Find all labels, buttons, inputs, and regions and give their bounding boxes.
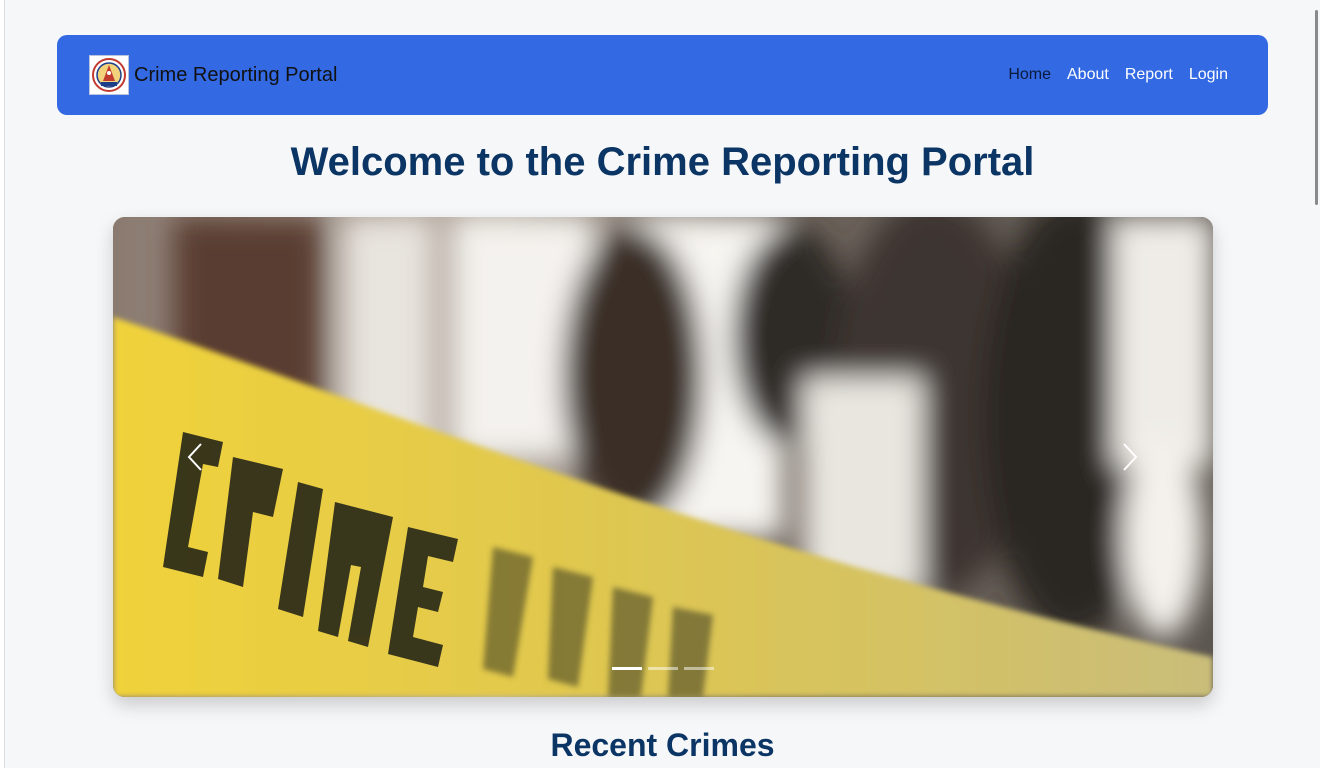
carousel-indicator-1[interactable]	[612, 667, 642, 670]
nav-link-about[interactable]: About	[1067, 66, 1109, 84]
brand-title: Crime Reporting Portal	[134, 63, 338, 86]
page-scrollbar[interactable]	[1312, 0, 1320, 768]
chevron-right-icon	[1123, 443, 1138, 471]
chevron-left-icon	[187, 443, 202, 471]
navbar: Crime Reporting Portal Home About Report…	[57, 35, 1268, 115]
nav-links: Home About Report Login	[1008, 66, 1228, 84]
page-title: Welcome to the Crime Reporting Portal	[290, 140, 1035, 184]
carousel-indicator-2[interactable]	[648, 667, 678, 670]
nav-link-home[interactable]: Home	[1008, 66, 1051, 84]
recent-crimes-heading: Recent Crimes	[550, 727, 775, 763]
crime-scene-tape-image	[113, 217, 1213, 697]
nav-link-report[interactable]: Report	[1125, 66, 1173, 84]
page-left-edge	[0, 0, 5, 768]
carousel-next-button[interactable]	[1110, 427, 1150, 487]
nav-link-login[interactable]: Login	[1189, 66, 1228, 84]
police-emblem-icon	[89, 55, 129, 95]
carousel-prev-button[interactable]	[175, 427, 215, 487]
brand[interactable]: Crime Reporting Portal	[89, 55, 337, 95]
carousel-indicators	[113, 667, 1213, 670]
carousel-indicator-3[interactable]	[684, 667, 714, 670]
image-carousel[interactable]	[113, 217, 1213, 697]
